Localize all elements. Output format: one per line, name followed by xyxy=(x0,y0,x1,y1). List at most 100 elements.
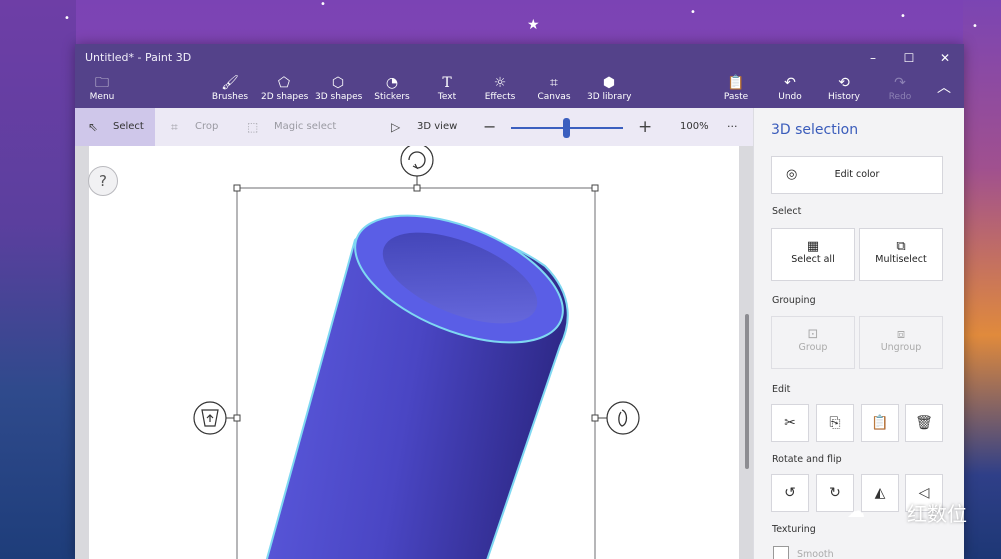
star-decoration: • xyxy=(972,21,978,32)
cut-button[interactable]: ✂ xyxy=(771,404,809,442)
paste-panel-button[interactable]: 📋 xyxy=(861,404,899,442)
library3d-label: 3D library xyxy=(587,92,632,102)
paint3d-window: Untitled* - Paint 3D – ☐ ✕ 🗀 Menu 🖌 Brus… xyxy=(75,44,964,559)
smooth-checkbox[interactable] xyxy=(773,546,789,559)
shapes3d-label: 3D shapes xyxy=(315,92,363,102)
ungroup-button[interactable]: ⧈ Ungroup xyxy=(859,316,943,369)
shapes2d-label: 2D shapes xyxy=(261,92,309,102)
zoom-in-button[interactable]: + xyxy=(638,108,652,146)
multiselect-icon: ⧉ xyxy=(896,239,906,254)
selection-handle xyxy=(233,414,241,422)
group-icon: ⊡ xyxy=(807,327,819,342)
zoom-slider-thumb[interactable] xyxy=(563,118,570,138)
shapes2d-tool[interactable]: ⬠ 2D shapes xyxy=(261,75,309,107)
minimize-button[interactable]: – xyxy=(855,44,891,72)
view3d-icon: ▷ xyxy=(391,120,401,134)
star-decoration: • xyxy=(900,11,906,22)
selection-handle xyxy=(233,184,241,192)
history-button[interactable]: ⟲ History xyxy=(827,75,861,107)
folder-icon: 🗀 xyxy=(95,75,109,91)
copy-icon: ⎘ xyxy=(829,415,841,431)
edit-color-label: Edit color xyxy=(834,169,880,180)
shapes2d-icon: ⬠ xyxy=(277,75,291,91)
select-all-icon: ▦ xyxy=(806,239,820,254)
zoom-percent: 100% xyxy=(680,121,709,132)
star-decoration: • xyxy=(64,13,70,24)
paste-button[interactable]: 📋 Paste xyxy=(721,75,751,107)
main-toolbar: 🗀 Menu 🖌 Brushes ⬠ 2D shapes ⬡ 3D shapes… xyxy=(75,72,964,108)
delete-button[interactable]: 🗑 xyxy=(905,404,943,442)
selection-panel: 3D selection ◎ Edit color Select ▦ Selec… xyxy=(753,108,964,559)
scissors-icon: ✂ xyxy=(784,415,796,431)
trash-icon: 🗑 xyxy=(915,415,933,431)
redo-icon: ↷ xyxy=(894,75,906,91)
paste-label: Paste xyxy=(723,92,749,102)
rotate-left-icon: ↺ xyxy=(784,485,796,501)
shapes3d-tool[interactable]: ⬡ 3D shapes xyxy=(315,75,363,107)
magic-select-button[interactable]: Magic select xyxy=(274,108,336,146)
select-section-label: Select xyxy=(772,206,802,217)
undo-button[interactable]: ↶ Undo xyxy=(775,75,805,107)
history-label: History xyxy=(827,92,861,102)
selection-handle xyxy=(591,184,599,192)
sticker-icon: ◔ xyxy=(385,75,399,91)
multiselect-button[interactable]: ⧉ Multiselect xyxy=(859,228,943,281)
copy-button[interactable]: ⎘ xyxy=(816,404,854,442)
selection-bar: ⇖ Select ⌗ Crop ⬚ Magic select ▷ 3D view… xyxy=(75,108,753,146)
maximize-button[interactable]: ☐ xyxy=(891,44,927,72)
text-tool[interactable]: T Text xyxy=(433,75,461,107)
cube-icon: ⬡ xyxy=(331,75,345,91)
selection-handle xyxy=(413,184,421,192)
chevron-up-icon: ︿ xyxy=(937,80,951,96)
palette-icon: ◎ xyxy=(786,167,798,182)
window-title: Untitled* - Paint 3D xyxy=(85,51,192,64)
menu-button[interactable]: 🗀 Menu xyxy=(85,75,119,107)
canvas-tool[interactable]: ⌗ Canvas xyxy=(537,75,571,107)
ungroup-label: Ungroup xyxy=(880,342,922,353)
rotate-right-icon: ↻ xyxy=(829,485,841,501)
group-button[interactable]: ⊡ Group xyxy=(771,316,855,369)
smooth-label: Smooth xyxy=(797,549,834,559)
select-all-label: Select all xyxy=(791,254,835,265)
undo-label: Undo xyxy=(778,92,802,102)
star-decoration: • xyxy=(690,7,696,18)
redo-button[interactable]: ↷ Redo xyxy=(885,75,915,107)
star-decoration: • xyxy=(320,0,326,10)
group-label: Group xyxy=(798,342,828,353)
more-options-button[interactable]: ··· xyxy=(727,108,738,146)
help-button[interactable]: ? xyxy=(88,166,118,196)
canvas-workarea: ? xyxy=(75,146,753,559)
history-icon: ⟲ xyxy=(838,75,850,91)
rotate-left-button[interactable]: ↺ xyxy=(771,474,809,512)
star-decoration: ★ xyxy=(527,17,540,33)
select-all-button[interactable]: ▦ Select all xyxy=(771,228,855,281)
menu-label: Menu xyxy=(89,92,115,102)
crop-icon: ⌗ xyxy=(171,120,178,134)
edit-color-button[interactable]: ◎ Edit color xyxy=(771,156,943,194)
library-icon: ⬢ xyxy=(602,75,616,91)
close-button[interactable]: ✕ xyxy=(927,44,963,72)
view3d-button[interactable]: 3D view xyxy=(417,108,457,146)
stickers-tool[interactable]: ◔ Stickers xyxy=(373,75,411,107)
library3d-tool[interactable]: ⬢ 3D library xyxy=(587,75,631,107)
rotate-z-control xyxy=(400,146,434,177)
stickers-label: Stickers xyxy=(374,92,410,102)
push-back-control xyxy=(193,401,227,435)
grouping-section-label: Grouping xyxy=(772,295,816,306)
crop-button[interactable]: Crop xyxy=(195,108,218,146)
wallpaper-right-strip xyxy=(963,0,1001,559)
select-label[interactable]: Select xyxy=(113,108,144,146)
ungroup-icon: ⧈ xyxy=(896,327,906,342)
redo-label: Redo xyxy=(888,92,912,102)
crop-canvas-icon: ⌗ xyxy=(550,75,558,91)
brush-icon: 🖌 xyxy=(221,75,239,91)
brushes-tool[interactable]: 🖌 Brushes xyxy=(211,75,249,107)
text-label: Text xyxy=(437,92,457,102)
magic-select-icon: ⬚ xyxy=(247,120,259,134)
selected-3d-model[interactable] xyxy=(75,146,753,559)
cursor-icon: ⇖ xyxy=(88,120,99,134)
undo-icon: ↶ xyxy=(784,75,796,91)
effects-tool[interactable]: ☼ Effects xyxy=(483,75,517,107)
zoom-out-button[interactable]: − xyxy=(483,108,496,146)
brushes-label: Brushes xyxy=(211,92,249,102)
